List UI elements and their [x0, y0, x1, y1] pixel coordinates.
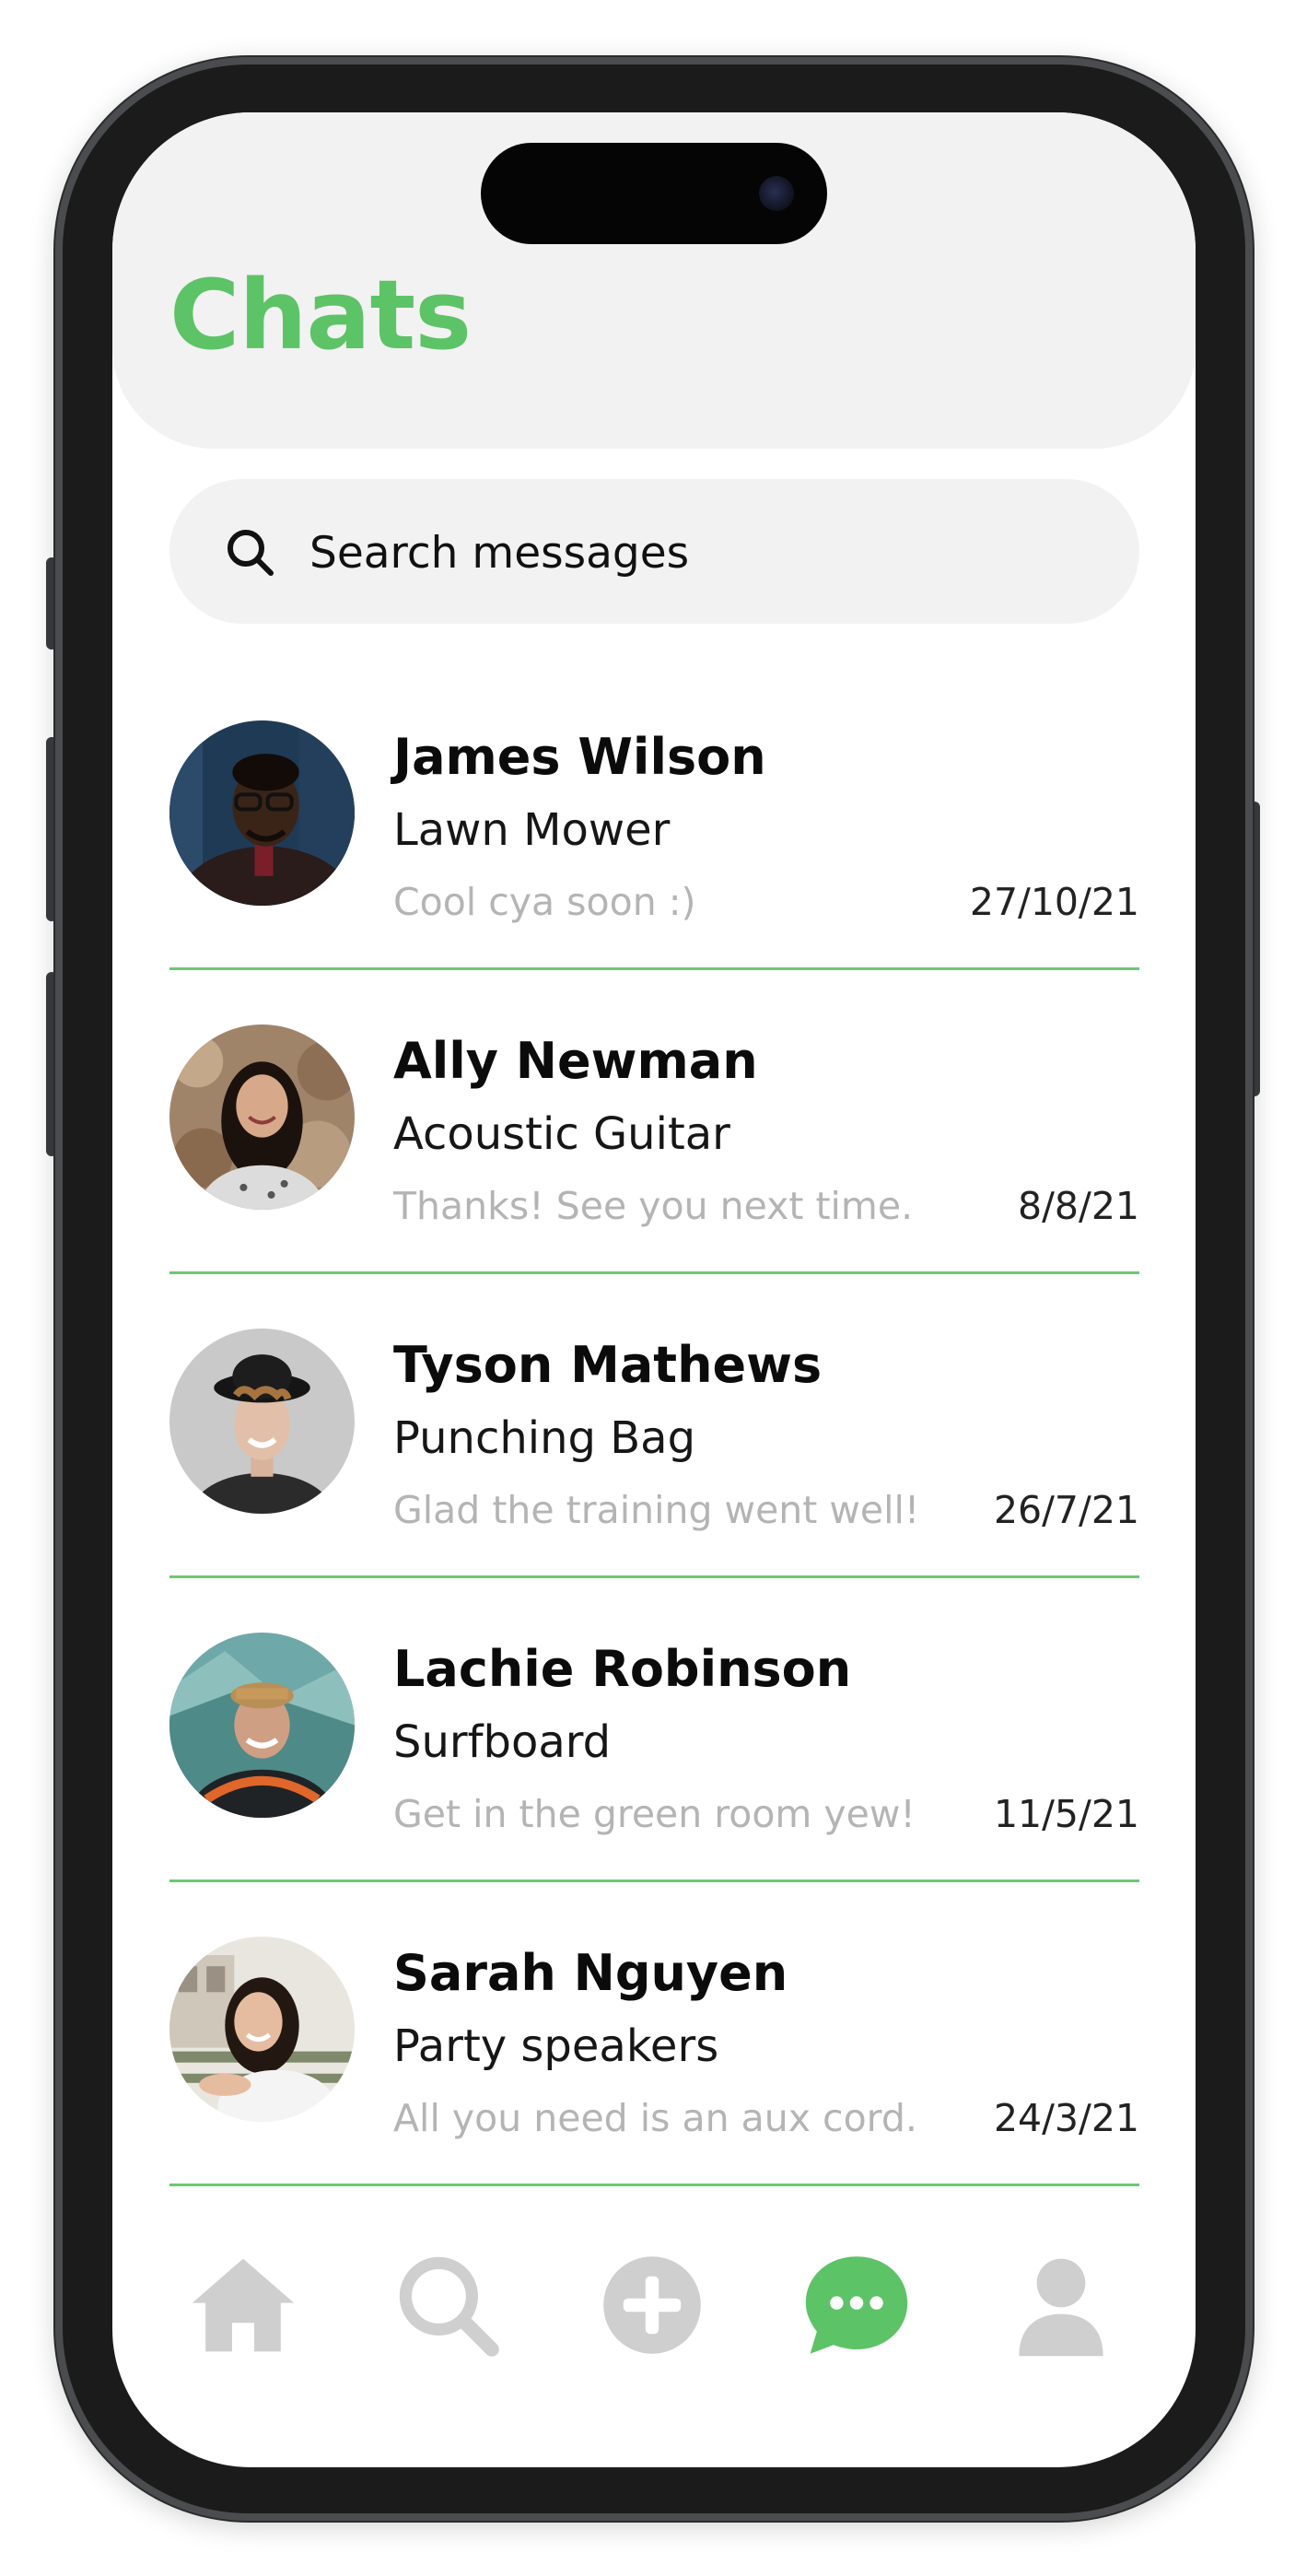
page-title: Chats: [169, 259, 472, 371]
message-preview: Get in the green room yew!: [393, 1792, 916, 1836]
home-icon: [192, 2258, 295, 2352]
chat-item-james-wilson[interactable]: James Wilson Lawn Mower Cool cya soon :)…: [169, 709, 1139, 1013]
divider: [169, 2184, 1139, 2186]
nav-profile-button[interactable]: [1006, 2250, 1116, 2360]
listing-title: Party speakers: [393, 2020, 719, 2072]
message-preview: Thanks! See you next time.: [393, 1184, 914, 1228]
message-preview: Cool cya soon :): [393, 880, 696, 924]
contact-name: James Wilson: [393, 728, 766, 786]
add-icon: [603, 2256, 701, 2354]
message-preview: All you need is an aux cord.: [393, 2096, 917, 2140]
listing-title: Acoustic Guitar: [393, 1108, 730, 1160]
avatar: [169, 1633, 355, 1818]
avatar: [169, 1025, 355, 1210]
chat-list: James Wilson Lawn Mower Cool cya soon :)…: [169, 709, 1139, 2230]
contact-name: Lachie Robinson: [393, 1640, 852, 1698]
chat-icon: [805, 2256, 908, 2354]
message-date: 11/5/21: [993, 1792, 1139, 1836]
front-camera: [759, 176, 794, 211]
divider: [169, 967, 1139, 970]
listing-title: Lawn Mower: [393, 804, 671, 856]
message-date: 8/8/21: [1018, 1184, 1139, 1228]
message-date: 26/7/21: [993, 1488, 1139, 1532]
dynamic-island: [481, 143, 827, 244]
bottom-nav: [112, 2250, 1196, 2379]
nav-search-button[interactable]: [392, 2250, 503, 2360]
nav-add-button[interactable]: [597, 2250, 707, 2360]
search-bar[interactable]: [169, 479, 1139, 624]
divider: [169, 1879, 1139, 1882]
message-date: 24/3/21: [993, 2096, 1139, 2140]
avatar: [169, 720, 355, 906]
chat-item-tyson-mathews[interactable]: Tyson Mathews Punching Bag Glad the trai…: [169, 1317, 1139, 1622]
chat-item-lachie-robinson[interactable]: Lachie Robinson Surfboard Get in the gre…: [169, 1622, 1139, 1926]
divider: [169, 1271, 1139, 1274]
divider: [169, 1575, 1139, 1578]
app-screen: Chats Search messages James Wilson Lawn …: [112, 112, 1196, 2467]
search-icon: [399, 2256, 499, 2357]
message-date: 27/10/21: [969, 880, 1139, 924]
contact-name: Sarah Nguyen: [393, 1944, 788, 2002]
search-input[interactable]: [308, 516, 1085, 590]
contact-name: Ally Newman: [393, 1032, 758, 1090]
avatar: [169, 1329, 355, 1514]
listing-title: Punching Bag: [393, 1412, 696, 1464]
nav-home-button[interactable]: [188, 2250, 298, 2360]
contact-name: Tyson Mathews: [393, 1336, 823, 1394]
chat-item-sarah-nguyen[interactable]: Sarah Nguyen Party speakers All you need…: [169, 1926, 1139, 2230]
search-icon: [228, 530, 274, 576]
message-preview: Glad the training went well!: [393, 1488, 920, 1532]
avatar: [169, 1937, 355, 2122]
nav-chats-button[interactable]: [801, 2250, 912, 2360]
profile-icon: [1019, 2258, 1103, 2357]
chat-item-ally-newman[interactable]: Ally Newman Acoustic Guitar Thanks! See …: [169, 1013, 1139, 1317]
listing-title: Surfboard: [393, 1716, 612, 1768]
